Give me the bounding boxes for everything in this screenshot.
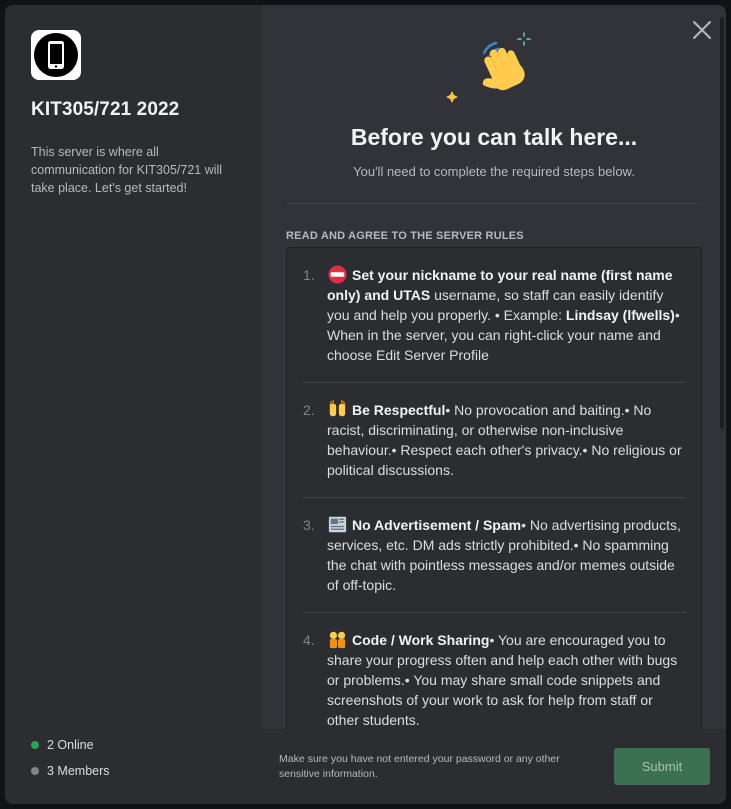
server-icon [31,30,81,80]
security-note: Make sure you have not entered your pass… [279,752,560,780]
modal-title: Before you can talk here... [350,124,638,150]
online-dot-icon [31,741,39,749]
modal-footer: Make sure you have not entered your pass… [262,729,726,804]
rule-item: 3. No Advertisement / Spam• No advertisi… [303,498,687,613]
people-holding-hands-icon [329,631,346,649]
modal-header: Before you can talk here... You'll need … [262,5,726,179]
header-divider [286,203,702,204]
member-count: 3 Members [31,758,110,784]
submit-button[interactable]: Submit [614,748,710,785]
rules-list[interactable]: 1. Set your nickname to your real name (… [286,247,702,742]
server-description: This server is where all communication f… [31,145,223,195]
newspaper-icon [328,516,347,533]
close-button[interactable] [691,19,713,41]
rule-item: 1. Set your nickname to your real name (… [303,248,687,383]
close-icon[interactable] [691,19,713,41]
scrollbar[interactable] [720,17,724,429]
server-info-panel: KIT305/721 2022 This server is where all… [5,5,262,804]
raised-hands-icon [329,400,346,417]
rule-item: 2. Be Respectful• No provocation and bai… [303,383,687,498]
phone-icon [48,41,64,69]
onboarding-modal: KIT305/721 2022 This server is where all… [5,5,726,804]
waving-hand-icon [444,25,544,105]
modal-subtitle: You'll need to complete the required ste… [353,164,635,179]
rules-heading: READ AND AGREE TO THE SERVER RULES [286,230,524,242]
no-entry-icon [328,265,347,284]
members-dot-icon [31,767,39,775]
online-count: 2 Online [31,732,110,758]
server-name: KIT305/721 2022 [31,99,180,120]
rules-panel: Before you can talk here... You'll need … [262,5,726,804]
server-stats: 2 Online 3 Members [31,732,110,784]
rule-item: 4. Code / Work Sharing• You are encourag… [303,631,678,728]
